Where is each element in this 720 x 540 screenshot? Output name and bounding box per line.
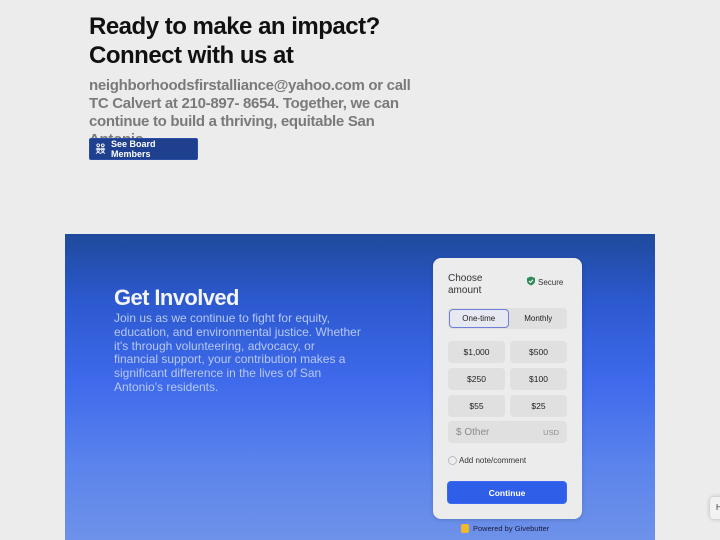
people-group-icon [95, 142, 106, 156]
secure-badge: Secure [526, 276, 563, 288]
see-board-members-button[interactable]: See Board Members [89, 138, 198, 160]
continue-button[interactable]: Continue [447, 481, 567, 504]
frequency-monthly[interactable]: Monthly [510, 308, 568, 329]
amount-option[interactable]: $1,000 [448, 341, 505, 363]
checkbox-circle[interactable] [448, 456, 457, 465]
amount-option[interactable]: $500 [510, 341, 567, 363]
frequency-toggle: One-time Monthly [448, 308, 567, 329]
help-widget-button[interactable]: H [710, 497, 720, 519]
powered-by-label: Powered by Givebutter [473, 524, 550, 533]
choose-amount-heading: Choose amount [448, 273, 483, 296]
amount-option[interactable]: $25 [510, 395, 567, 417]
powered-by-givebutter[interactable]: Powered by Givebutter [461, 524, 549, 533]
givebutter-logo-icon [461, 524, 469, 533]
amount-grid: $1,000 $500 $250 $100 $55 $25 [448, 341, 567, 417]
currency-label: USD [543, 427, 559, 437]
contact-section: Ready to make an impact? Connect with us… [89, 12, 419, 149]
get-involved-title: Get Involved [114, 285, 239, 310]
donation-widget: Choose amount Secure One-time Monthly $1… [433, 258, 582, 519]
amount-option[interactable]: $100 [510, 368, 567, 390]
amount-option[interactable]: $250 [448, 368, 505, 390]
secure-label: Secure [538, 277, 564, 287]
add-note-checkbox[interactable]: Add note/comment [448, 456, 526, 465]
other-amount-input[interactable]: $ Other USD [448, 421, 567, 443]
get-involved-text: Join us as we continue to fight for equi… [114, 311, 361, 394]
contact-headline: Ready to make an impact? Connect with us… [89, 13, 380, 69]
shield-check-icon [526, 276, 536, 288]
frequency-one-time[interactable]: One-time [449, 309, 509, 328]
other-amount-placeholder: $ Other [456, 426, 490, 438]
add-note-label: Add note/comment [459, 456, 527, 465]
amount-option[interactable]: $55 [448, 395, 505, 417]
see-board-members-label: See Board Members [111, 139, 156, 159]
